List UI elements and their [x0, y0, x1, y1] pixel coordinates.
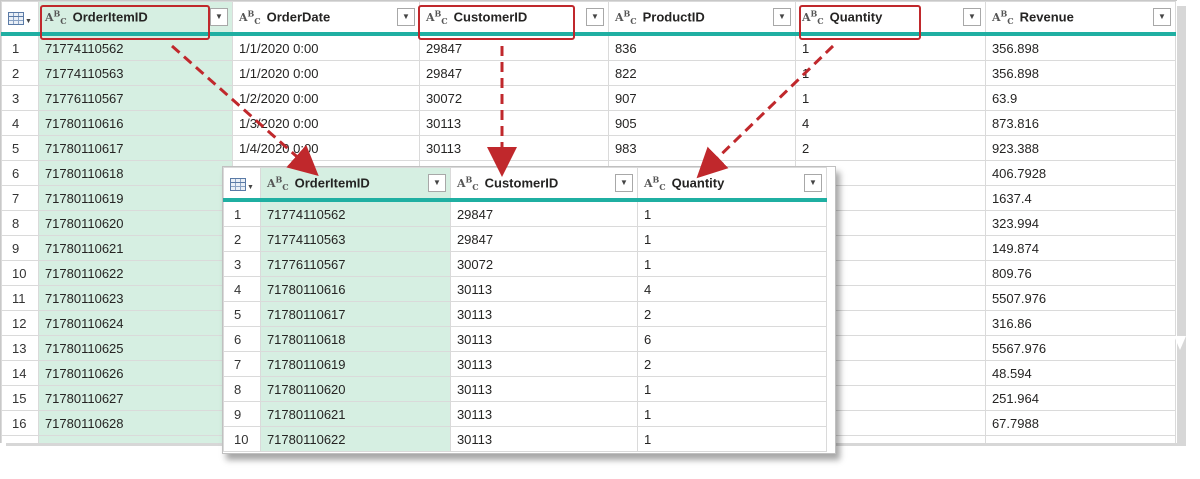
- arrow-quantity: [696, 44, 835, 179]
- mouse-cursor-icon: [1174, 336, 1186, 350]
- arrow-orderitemid: [171, 44, 319, 176]
- mapping-arrows: [171, 44, 835, 179]
